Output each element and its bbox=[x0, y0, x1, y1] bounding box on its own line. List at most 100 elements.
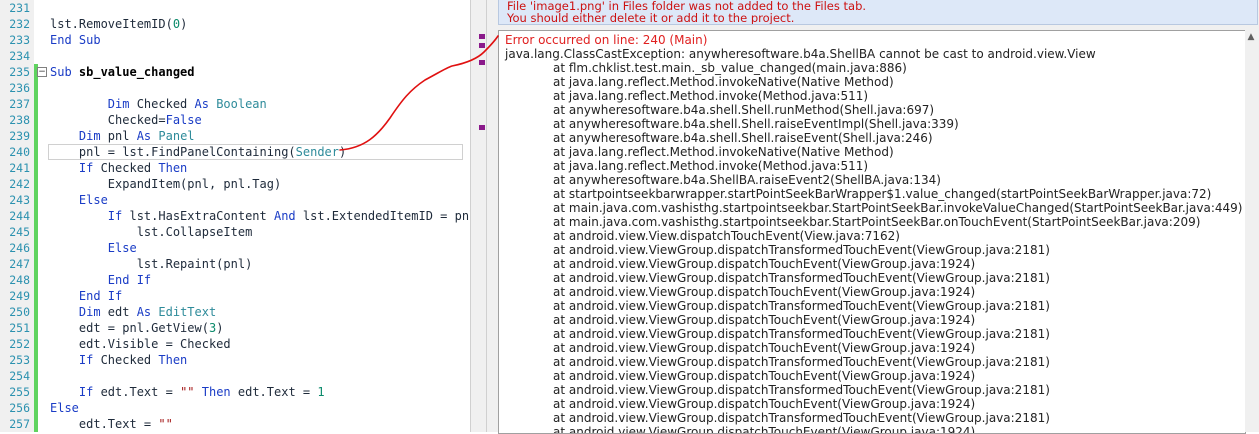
line-number: 246 bbox=[9, 241, 30, 255]
error-header: Error occurred on line: 240 (Main) bbox=[505, 33, 708, 47]
code-text[interactable]: pnl = lst.FindPanelContaining(Sender) bbox=[50, 144, 346, 160]
code-line[interactable]: 241 If Checked Then bbox=[0, 160, 470, 176]
code-text[interactable]: Dim pnl As Panel bbox=[50, 128, 195, 144]
code-line[interactable]: 245 lst.CollapseItem bbox=[0, 224, 470, 240]
code-text[interactable]: Checked=False bbox=[50, 112, 202, 128]
stack-frame: at main.java.com.vashisthg.startpointsee… bbox=[553, 201, 1243, 215]
line-number: 241 bbox=[9, 161, 30, 175]
code-token: Sub bbox=[50, 65, 79, 79]
code-line[interactable]: 244 If lst.HasExtraContent And lst.Exten… bbox=[0, 208, 470, 224]
code-text[interactable]: Else bbox=[50, 240, 137, 256]
code-line[interactable]: 248 End If bbox=[0, 272, 470, 288]
code-line[interactable]: 236 bbox=[0, 80, 470, 96]
code-line[interactable]: 254 bbox=[0, 368, 470, 384]
code-text[interactable]: lst.RemoveItemID(0) bbox=[50, 16, 187, 32]
code-text[interactable]: If Checked Then bbox=[50, 160, 187, 176]
code-token: lst.HasExtraContent bbox=[129, 209, 274, 223]
code-text[interactable]: Dim Checked As Boolean bbox=[50, 96, 267, 112]
stack-frame: at android.view.ViewGroup.dispatchTransf… bbox=[553, 355, 1050, 369]
code-line[interactable]: 250 Dim edt As EditText bbox=[0, 304, 470, 320]
code-text[interactable]: If edt.Text = "" Then edt.Text = 1 bbox=[50, 384, 325, 400]
code-text[interactable]: edt = pnl.GetView(3) bbox=[50, 320, 224, 336]
code-line[interactable]: 246 Else bbox=[0, 240, 470, 256]
code-line[interactable]: 251 edt = pnl.GetView(3) bbox=[0, 320, 470, 336]
code-text[interactable]: Else bbox=[50, 192, 108, 208]
code-line[interactable]: 256 Else bbox=[0, 400, 470, 416]
code-text[interactable]: lst.Repaint(pnl) bbox=[50, 256, 253, 272]
code-text[interactable]: edt.Visible = Checked bbox=[50, 336, 231, 352]
code-token: "" bbox=[158, 417, 173, 431]
code-text[interactable]: lst.CollapseItem bbox=[50, 224, 253, 240]
line-number: 245 bbox=[9, 225, 30, 239]
code-token: Then bbox=[158, 353, 188, 367]
scroll-up-icon[interactable]: ▲ bbox=[1245, 32, 1257, 42]
code-text[interactable]: End If bbox=[50, 272, 151, 288]
stack-frame: at android.view.ViewGroup.dispatchTouchE… bbox=[553, 425, 976, 434]
code-line[interactable]: 242 ExpandItem(pnl, pnl.Tag) bbox=[0, 176, 470, 192]
code-text[interactable]: End If bbox=[50, 288, 122, 304]
log-scrollbar[interactable]: ▲ bbox=[1245, 30, 1257, 432]
stack-frame: at android.view.ViewGroup.dispatchTransf… bbox=[553, 299, 1050, 313]
code-line[interactable]: 247 lst.Repaint(pnl) bbox=[0, 256, 470, 272]
code-token: 1 bbox=[317, 385, 325, 399]
code-line[interactable]: 249 End If bbox=[0, 288, 470, 304]
code-line[interactable]: 257 edt.Text = "" bbox=[0, 416, 470, 432]
stack-frame: at flm.chklist.test.main._sb_value_chang… bbox=[553, 61, 907, 75]
error-log-box[interactable]: Error occurred on line: 240 (Main) java.… bbox=[498, 30, 1246, 434]
line-number: 252 bbox=[9, 337, 30, 351]
error-marker[interactable] bbox=[479, 125, 485, 130]
code-token: lst.RemoveItemID( bbox=[50, 17, 173, 31]
code-line[interactable]: 253 If Checked Then bbox=[0, 352, 470, 368]
fold-toggle-icon[interactable]: − bbox=[37, 67, 47, 77]
error-marker[interactable] bbox=[479, 60, 485, 65]
code-line[interactable]: 234 bbox=[0, 48, 470, 64]
code-token: 0 bbox=[172, 17, 181, 31]
code-token: End If bbox=[50, 273, 152, 287]
code-token: If bbox=[50, 353, 101, 367]
code-token: Checked bbox=[100, 161, 159, 175]
code-token: Boolean bbox=[216, 97, 267, 111]
error-marker[interactable] bbox=[479, 34, 485, 39]
stack-frame: at java.lang.reflect.Method.invokeNative… bbox=[553, 75, 894, 89]
code-line[interactable]: 233 End Sub bbox=[0, 32, 470, 48]
code-text[interactable]: Else bbox=[50, 400, 79, 416]
code-token: Checked= bbox=[50, 113, 166, 127]
code-token: Else bbox=[50, 193, 108, 207]
code-line[interactable]: 231 bbox=[0, 0, 470, 16]
code-line[interactable]: 232 lst.RemoveItemID(0) bbox=[0, 16, 470, 32]
code-line[interactable]: 237 Dim Checked As Boolean bbox=[0, 96, 470, 112]
code-editor[interactable]: 231 232 lst.RemoveItemID(0) 233 End Sub 234−2… bbox=[0, 0, 470, 432]
warning-message-box: File 'image1.png' in Files folder was no… bbox=[498, 0, 1258, 25]
code-text[interactable]: Sub sb_value_changed bbox=[50, 64, 195, 80]
line-number: 235 bbox=[9, 65, 30, 79]
stack-frame: at android.view.ViewGroup.dispatchTouchE… bbox=[553, 285, 976, 299]
code-text[interactable]: Dim edt As EditText bbox=[50, 304, 216, 320]
code-line[interactable]: 240 pnl = lst.FindPanelContaining(Sender… bbox=[0, 144, 470, 160]
line-number: 236 bbox=[9, 81, 30, 95]
code-line[interactable]: 255 If edt.Text = "" Then edt.Text = 1 bbox=[0, 384, 470, 400]
code-line[interactable]: 243 Else bbox=[0, 192, 470, 208]
code-text[interactable]: If lst.HasExtraContent And lst.ExtendedI… bbox=[50, 208, 470, 224]
line-number: 257 bbox=[9, 417, 30, 431]
code-line[interactable]: −235 Sub sb_value_changed bbox=[0, 64, 470, 80]
code-token: edt.Text = bbox=[100, 385, 181, 399]
code-text[interactable]: If Checked Then bbox=[50, 352, 187, 368]
code-token: pnl bbox=[107, 129, 137, 143]
stack-frame: at startpointseekbarwrapper.startPointSe… bbox=[553, 187, 1212, 201]
error-marker[interactable] bbox=[479, 43, 485, 48]
code-line[interactable]: 239 Dim pnl As Panel bbox=[0, 128, 470, 144]
code-text[interactable]: edt.Text = "" bbox=[50, 416, 173, 432]
stack-frame: at anywheresoftware.b4a.shell.Shell.rais… bbox=[553, 131, 933, 145]
stack-frame: at android.view.ViewGroup.dispatchTransf… bbox=[553, 327, 1050, 341]
stack-frame: at android.view.ViewGroup.dispatchTouchE… bbox=[553, 369, 976, 383]
stack-frame: at android.view.ViewGroup.dispatchTouchE… bbox=[553, 397, 976, 411]
code-token: edt = pnl.GetView( bbox=[50, 321, 209, 335]
code-line[interactable]: 252 edt.Visible = Checked bbox=[0, 336, 470, 352]
stack-frame: at java.lang.reflect.Method.invoke(Metho… bbox=[553, 159, 869, 173]
code-token: lst.ExtendedItemID = pnl bbox=[302, 209, 470, 223]
code-text[interactable]: End Sub bbox=[50, 32, 101, 48]
code-text[interactable]: ExpandItem(pnl, pnl.Tag) bbox=[50, 176, 281, 192]
code-line[interactable]: 238 Checked=False bbox=[0, 112, 470, 128]
stack-trace: at flm.chklist.test.main._sb_value_chang… bbox=[553, 61, 1243, 434]
stack-frame: at android.view.ViewGroup.dispatchTransf… bbox=[553, 271, 1050, 285]
